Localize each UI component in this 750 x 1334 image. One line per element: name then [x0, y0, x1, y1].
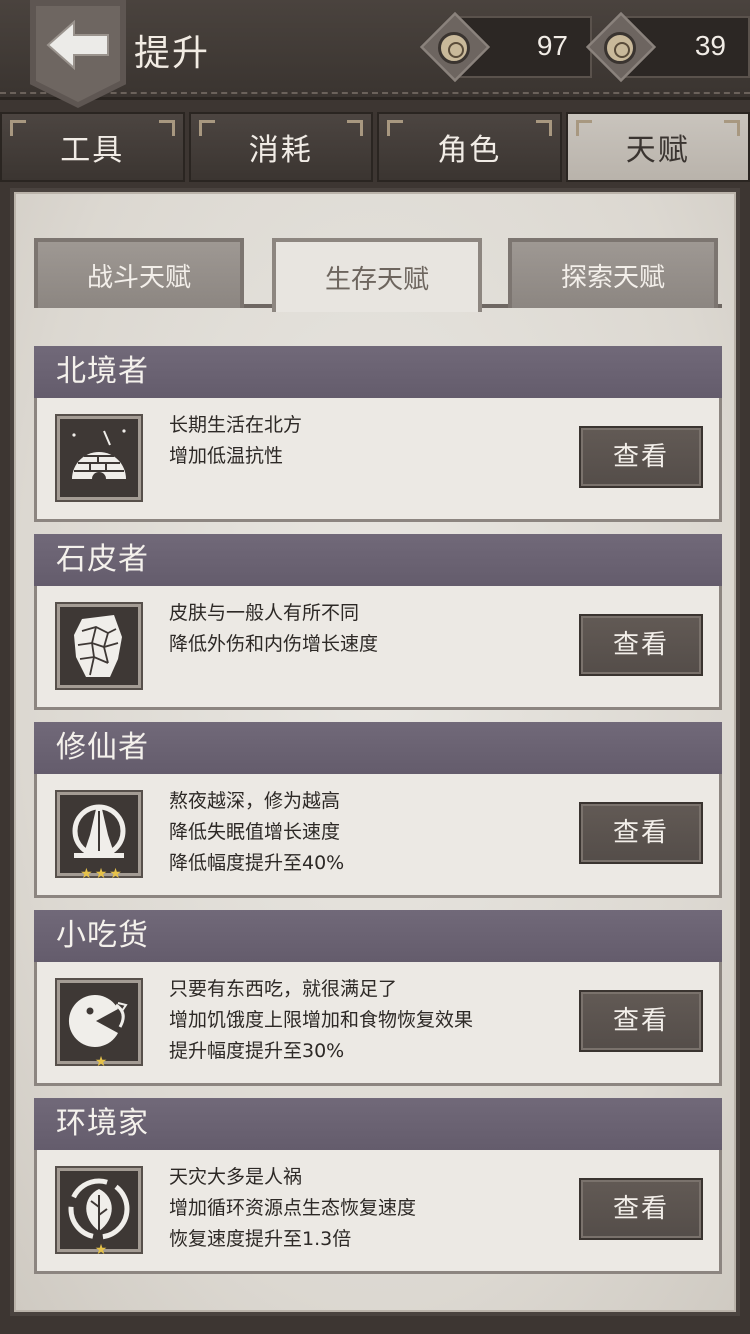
- eater-icon: ★: [57, 980, 141, 1069]
- subtab-survival-talent[interactable]: 生存天赋: [272, 238, 482, 312]
- tab-corner-decoration: [535, 120, 552, 136]
- tab-corner-decoration: [198, 120, 215, 136]
- talent-panel: 战斗天赋 生存天赋 探索天赋 北境者 长期生活在北方 增加低温抗性 查看 石皮者…: [14, 192, 736, 1312]
- view-button[interactable]: 查看: [579, 426, 703, 488]
- igloo-icon: [57, 416, 141, 500]
- tab-corner-decoration: [724, 120, 740, 136]
- tab-talent[interactable]: 天赋: [565, 112, 750, 182]
- currency-value: 39: [694, 30, 726, 61]
- talent-card: 北境者 长期生活在北方 增加低温抗性 查看: [34, 346, 722, 524]
- talent-name: 修仙者: [34, 722, 722, 774]
- subtab-combat-talent[interactable]: 战斗天赋: [34, 238, 244, 308]
- talent-name: 环境家: [34, 1098, 722, 1150]
- talent-body: 皮肤与一般人有所不同 降低外伤和内伤增长速度 查看: [34, 586, 722, 710]
- description-line: 恢复速度提升至1.3倍: [169, 1228, 352, 1250]
- tab-label: 角色: [437, 133, 502, 168]
- talent-description: 熬夜越深，修为越高 降低失眠值增长速度 降低幅度提升至40%: [169, 786, 569, 879]
- description-line: 天灾大多是人祸: [169, 1166, 303, 1188]
- praying-hands-icon: ★★★: [57, 792, 141, 881]
- tab-corner-decoration: [347, 120, 363, 136]
- talent-card: 小吃货 ★ 只要有东西吃，就很满足了 增加饥饿度上限增加和食物恢复效果 提升幅度…: [34, 910, 722, 1088]
- tab-corner-decoration: [158, 120, 175, 136]
- description-line: 降低失眠值增长速度: [169, 821, 341, 843]
- talent-description: 长期生活在北方 增加低温抗性: [169, 410, 569, 472]
- talent-body: 长期生活在北方 增加低温抗性 查看: [34, 398, 722, 522]
- description-line: 降低幅度提升至40%: [169, 852, 345, 874]
- talent-name: 北境者: [34, 346, 722, 398]
- talent-name: 小吃货: [34, 910, 722, 962]
- currency-value: 97: [536, 30, 568, 61]
- description-line: 增加循环资源点生态恢复速度: [169, 1197, 417, 1219]
- subtab-label: 战斗天赋: [86, 262, 191, 293]
- stitch-divider: [0, 92, 750, 94]
- talent-body: ★ 天灾大多是人祸 增加循环资源点生态恢复速度 恢复速度提升至1.3倍 查看: [34, 1150, 722, 1274]
- coin-icon: [604, 32, 636, 64]
- talent-description: 天灾大多是人祸 增加循环资源点生态恢复速度 恢复速度提升至1.3倍: [169, 1162, 569, 1255]
- talent-card: 石皮者 皮肤与一般人有所不同 降低外伤和内伤增长速度 查看: [34, 534, 722, 712]
- main-tab-bar: 工具 消耗 角色 天赋: [0, 112, 750, 182]
- description-line: 增加饥饿度上限增加和食物恢复效果: [169, 1009, 474, 1031]
- currency-display-2: 39: [585, 11, 750, 83]
- talent-name: 石皮者: [34, 534, 722, 586]
- subtab-explore-talent[interactable]: 探索天赋: [508, 238, 718, 308]
- description-line: 增加低温抗性: [169, 445, 284, 467]
- tab-corner-decoration: [575, 120, 592, 136]
- talent-body: ★ 只要有东西吃，就很满足了 增加饥饿度上限增加和食物恢复效果 提升幅度提升至3…: [34, 962, 722, 1086]
- talent-description: 皮肤与一般人有所不同 降低外伤和内伤增长速度: [169, 598, 569, 660]
- view-button[interactable]: 查看: [579, 1178, 703, 1240]
- talent-card: 修仙者 ★★★ 熬夜越深，修为越高 降低失眠值增长速度 降低幅度提升至40% 查…: [34, 722, 722, 900]
- description-line: 熬夜越深，修为越高: [169, 790, 341, 812]
- tab-label: 工具: [60, 133, 125, 168]
- tab-corner-decoration: [387, 120, 403, 136]
- stone-fist-icon: [57, 604, 141, 688]
- description-line: 降低外伤和内伤增长速度: [169, 633, 379, 655]
- tab-corner-decoration: [10, 120, 26, 136]
- view-button[interactable]: 查看: [579, 614, 703, 676]
- description-line: 长期生活在北方: [169, 414, 303, 436]
- talent-card: 环境家 ★ 天灾大多是人祸 增加循环资源点生态恢复速度 恢复速度提升至1.3倍 …: [34, 1098, 722, 1276]
- recycle-leaf-icon: ★: [57, 1168, 141, 1257]
- tab-label: 天赋: [625, 133, 690, 168]
- star-rating: ★: [94, 1054, 110, 1070]
- sub-tab-bar: 战斗天赋 生存天赋 探索天赋: [34, 238, 722, 312]
- tab-character[interactable]: 角色: [377, 112, 562, 182]
- description-line: 只要有东西吃，就很满足了: [169, 978, 398, 1000]
- subtab-label: 探索天赋: [560, 262, 665, 293]
- page-title: 提升: [134, 33, 211, 74]
- talent-body: ★★★ 熬夜越深，修为越高 降低失眠值增长速度 降低幅度提升至40% 查看: [34, 774, 722, 898]
- view-button[interactable]: 查看: [579, 990, 703, 1052]
- tab-tools[interactable]: 工具: [0, 112, 185, 182]
- currency-display-1: 97: [419, 11, 592, 83]
- tab-label: 消耗: [248, 133, 313, 168]
- star-rating: ★: [94, 1242, 110, 1258]
- coin-icon: [438, 32, 470, 64]
- tab-consumables[interactable]: 消耗: [188, 112, 373, 182]
- description-line: 提升幅度提升至30%: [169, 1040, 345, 1062]
- back-arrow-icon: [46, 20, 109, 70]
- talent-description: 只要有东西吃，就很满足了 增加饥饿度上限增加和食物恢复效果 提升幅度提升至30%: [169, 974, 569, 1067]
- star-rating: ★★★: [80, 866, 124, 882]
- view-button[interactable]: 查看: [579, 802, 703, 864]
- subtab-label: 生存天赋: [324, 264, 429, 295]
- description-line: 皮肤与一般人有所不同: [169, 602, 360, 624]
